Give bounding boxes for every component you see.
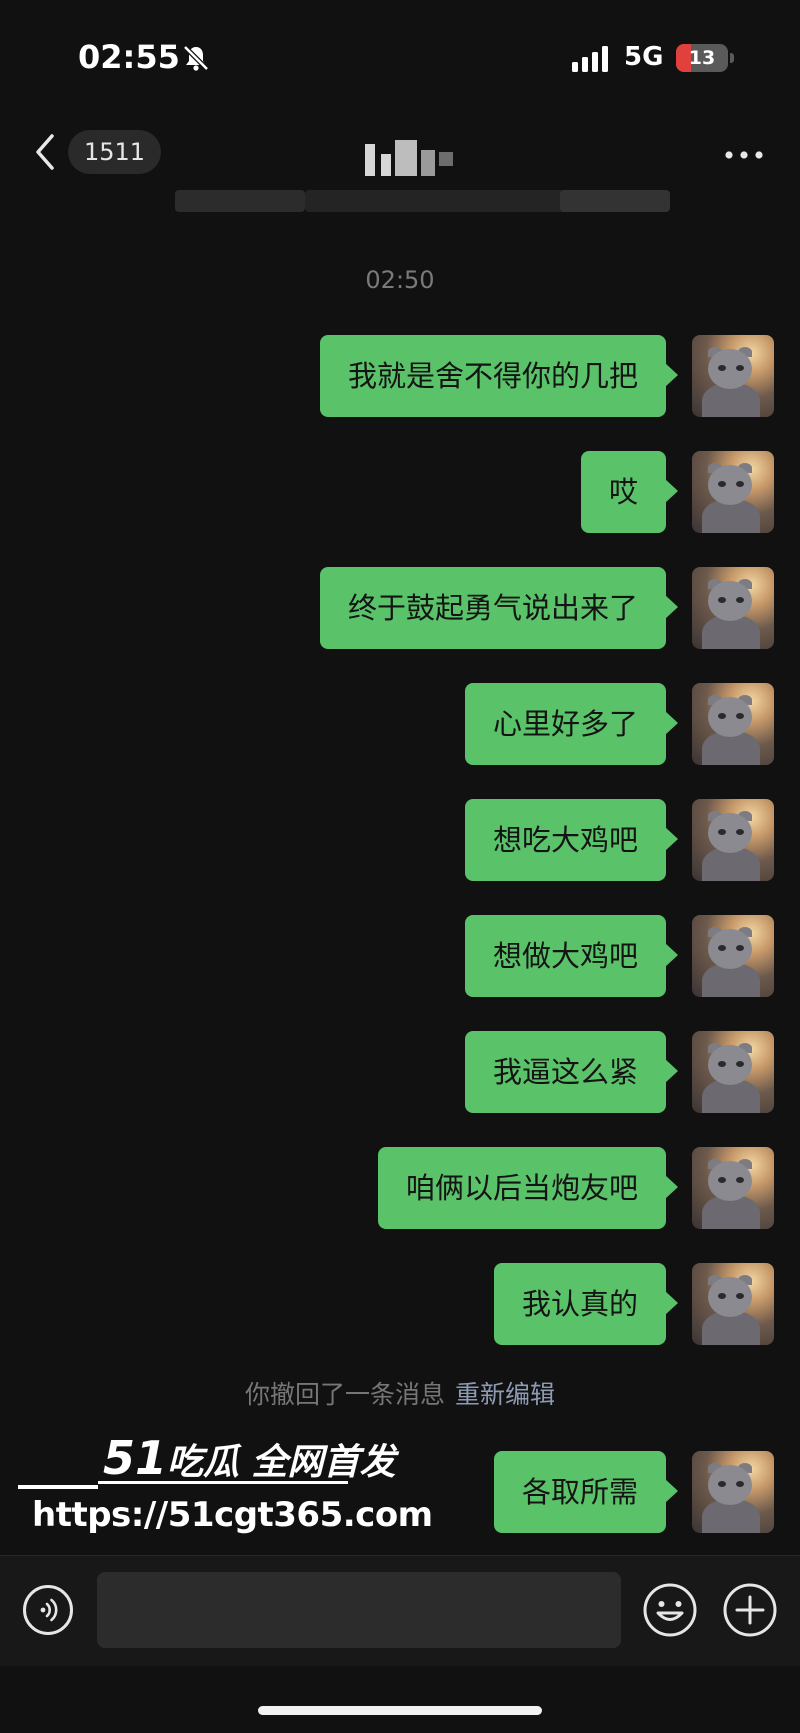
plus-icon[interactable] <box>722 1582 778 1638</box>
avatar[interactable] <box>692 915 774 997</box>
avatar[interactable] <box>692 1031 774 1113</box>
message-bubble[interactable]: 我逼这么紧 <box>464 1031 679 1113</box>
status-time: 02:55 <box>78 38 180 76</box>
message-bubble[interactable]: 想做大鸡吧 <box>464 915 679 997</box>
watermark-url: https://51cgt365.com <box>32 1495 433 1535</box>
message-bubble[interactable]: 我就是舍不得你的几把 <box>319 335 679 417</box>
signal-icon <box>572 46 608 72</box>
home-indicator[interactable] <box>258 1706 542 1715</box>
battery-tip <box>730 53 734 63</box>
back-chevron-icon[interactable] <box>30 132 60 172</box>
message-bubble[interactable]: 心里好多了 <box>464 683 679 765</box>
message-bubble[interactable]: 想吃大鸡吧 <box>464 799 679 881</box>
more-icon[interactable] <box>724 150 764 160</box>
avatar[interactable] <box>692 1263 774 1345</box>
chat-timestamp: 02:50 <box>365 266 435 294</box>
avatar[interactable] <box>692 683 774 765</box>
emoji-icon[interactable] <box>642 1582 698 1638</box>
watermark-divider <box>18 1485 98 1489</box>
message-input[interactable] <box>97 1572 621 1648</box>
message-bubble[interactable]: 哎 <box>580 451 679 533</box>
avatar[interactable] <box>692 799 774 881</box>
message-bubble[interactable]: 咱俩以后当炮友吧 <box>377 1147 679 1229</box>
pinned-bar-cropped <box>175 190 670 216</box>
watermark-title: 51吃瓜 全网首发 <box>103 1431 396 1485</box>
avatar[interactable] <box>692 335 774 417</box>
battery-icon: 13 <box>676 44 728 72</box>
battery-level: 13 <box>688 47 716 69</box>
voice-icon[interactable] <box>22 1584 74 1636</box>
recall-notice: 你撤回了一条消息 重新编辑 <box>0 1375 800 1411</box>
watermark-number: 51 <box>103 1431 168 1485</box>
chat-header: 1511 <box>0 110 800 200</box>
unread-count-badge[interactable]: 1511 <box>68 130 162 174</box>
avatar[interactable] <box>692 567 774 649</box>
contact-name-blurred <box>365 140 455 176</box>
watermark-label: 吃瓜 全网首发 <box>167 1442 396 1483</box>
re-edit-link[interactable]: 重新编辑 <box>455 1380 555 1409</box>
avatar[interactable] <box>692 451 774 533</box>
message-bubble[interactable]: 我认真的 <box>493 1263 679 1345</box>
watermark-divider <box>98 1481 348 1484</box>
message-bubble[interactable]: 终于鼓起勇气说出来了 <box>319 567 679 649</box>
status-bar: 02:55 5G 13 <box>0 0 800 110</box>
avatar[interactable] <box>692 1147 774 1229</box>
message-bubble[interactable]: 各取所需 <box>493 1451 679 1533</box>
recall-notice-text: 你撤回了一条消息 <box>244 1380 445 1409</box>
bell-mute-icon <box>183 45 209 71</box>
avatar[interactable] <box>692 1451 774 1533</box>
watermark-overlay: 51吃瓜 全网首发 https://51cgt365.com <box>18 1425 433 1535</box>
input-bar <box>0 1555 800 1666</box>
network-type: 5G <box>624 42 664 72</box>
